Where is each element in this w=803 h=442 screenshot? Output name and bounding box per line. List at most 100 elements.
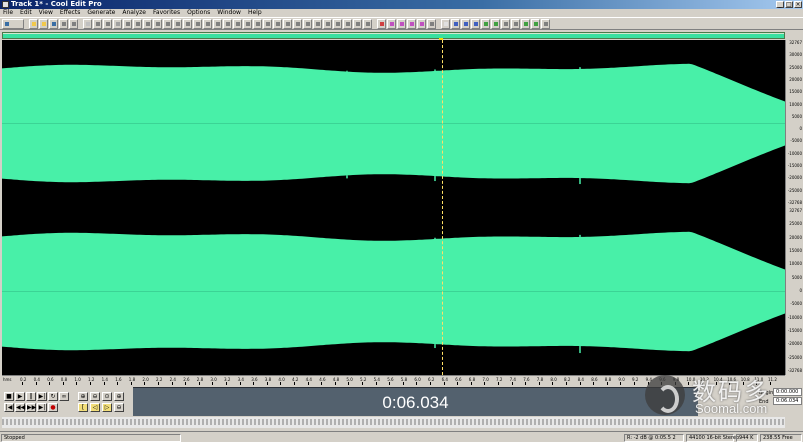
- toolbar-button[interactable]: [303, 19, 312, 29]
- toolbar-button[interactable]: [521, 19, 530, 29]
- scrollbar-thumb[interactable]: [2, 419, 785, 425]
- toolbar-button[interactable]: [323, 19, 332, 29]
- toolbar-button[interactable]: [481, 19, 490, 29]
- toolbar-button[interactable]: [69, 19, 78, 29]
- toolbar-button[interactable]: [143, 19, 152, 29]
- loop-button[interactable]: ↻: [48, 392, 58, 401]
- toolbar-button[interactable]: [29, 19, 38, 29]
- toolbar-button[interactable]: [397, 19, 406, 29]
- toolbar-button[interactable]: [451, 19, 460, 29]
- ruler-tick: [620, 382, 622, 385]
- menu-effects[interactable]: Effects: [60, 9, 80, 17]
- go-to-start-button[interactable]: |◀: [4, 403, 14, 412]
- overview-bar[interactable]: [2, 32, 785, 39]
- toolbar-button[interactable]: [313, 19, 322, 29]
- toolbar-button[interactable]: [133, 19, 142, 29]
- zoom-out-vertical-icon[interactable]: ⊖: [114, 403, 124, 412]
- toolbar-button[interactable]: [531, 19, 540, 29]
- go-to-end-button[interactable]: ▶|: [37, 403, 47, 412]
- record-button[interactable]: ●: [48, 403, 58, 412]
- zoom-out-horizontal-icon[interactable]: ⊖: [90, 392, 100, 401]
- toolbar-button[interactable]: [511, 19, 520, 29]
- menu-options[interactable]: Options: [187, 9, 210, 17]
- ruler-tick: [266, 382, 268, 385]
- zoom-full-icon[interactable]: ⊙: [102, 392, 112, 401]
- toolbar-button[interactable]: [377, 19, 386, 29]
- menu-analyze[interactable]: Analyze: [122, 9, 146, 17]
- toolbar-button[interactable]: [223, 19, 232, 29]
- toolbar-button[interactable]: [491, 19, 500, 29]
- toolbar-button[interactable]: [283, 19, 292, 29]
- toolbar-button[interactable]: [501, 19, 510, 29]
- zoom-in-vertical-icon[interactable]: ⊕: [114, 392, 124, 401]
- play-button[interactable]: ▶: [15, 392, 25, 401]
- toolbar-button[interactable]: [243, 19, 252, 29]
- ruler-tick: [62, 382, 64, 385]
- menu-view[interactable]: View: [39, 9, 53, 17]
- menu-window[interactable]: Window: [217, 9, 241, 17]
- toolbar-button[interactable]: [39, 19, 48, 29]
- zoom-to-selection-icon[interactable]: [: [78, 403, 88, 412]
- playback-cursor[interactable]: [442, 40, 443, 375]
- pause-button[interactable]: ‖: [26, 392, 36, 401]
- toolbar-button[interactable]: [353, 19, 362, 29]
- toolbar-button[interactable]: [83, 19, 92, 29]
- toolbar-button[interactable]: [387, 19, 396, 29]
- toolbar-button[interactable]: [2, 19, 24, 29]
- minimize-button[interactable]: _: [776, 1, 784, 8]
- toolbar-button[interactable]: [343, 19, 352, 29]
- scale-label: -32768: [787, 368, 802, 373]
- toolbar-button[interactable]: [427, 19, 436, 29]
- close-button[interactable]: ×: [794, 1, 802, 8]
- toolbar-button[interactable]: [363, 19, 372, 29]
- zoom-right-edge-icon[interactable]: ▷: [102, 403, 112, 412]
- toolbar-button[interactable]: [461, 19, 470, 29]
- toolbar-button[interactable]: [471, 19, 480, 29]
- zoom-in-horizontal-icon[interactable]: ⊕: [78, 392, 88, 401]
- toolbar-button-icon: [380, 22, 384, 26]
- toolbar-button[interactable]: [441, 19, 450, 29]
- toolbar-button[interactable]: [153, 19, 162, 29]
- menu-generate[interactable]: Generate: [87, 9, 115, 17]
- menu-edit[interactable]: Edit: [20, 9, 32, 17]
- toolbar-button[interactable]: [417, 19, 426, 29]
- toolbar-button-icon: [256, 22, 260, 26]
- toolbar-button[interactable]: [333, 19, 342, 29]
- toolbar-button[interactable]: [123, 19, 132, 29]
- rewind-button[interactable]: ◀◀: [15, 403, 25, 412]
- play-to-end-button[interactable]: ▶|: [37, 392, 47, 401]
- channel-right[interactable]: [2, 208, 785, 375]
- toolbar-button[interactable]: [263, 19, 272, 29]
- toolbar-button[interactable]: [193, 19, 202, 29]
- toolbar-button[interactable]: [407, 19, 416, 29]
- toolbar-button[interactable]: [213, 19, 222, 29]
- fast-forward-button[interactable]: ▶▶: [26, 403, 36, 412]
- ruler-tick: [566, 382, 567, 385]
- zoom-left-edge-icon[interactable]: ◁: [90, 403, 100, 412]
- toolbar-button[interactable]: [113, 19, 122, 29]
- toolbar-button[interactable]: [293, 19, 302, 29]
- overview-fill: [3, 34, 784, 38]
- toolbar-button[interactable]: [203, 19, 212, 29]
- toolbar-button[interactable]: [541, 19, 550, 29]
- toolbar-button[interactable]: [49, 19, 58, 29]
- menu-file[interactable]: File: [3, 9, 13, 17]
- toolbar-button[interactable]: [273, 19, 282, 29]
- toolbar-button[interactable]: [93, 19, 102, 29]
- toolbar-button[interactable]: [59, 19, 68, 29]
- toolbar-button-icon: [5, 22, 9, 26]
- menu-favorites[interactable]: Favorites: [153, 9, 180, 17]
- menu-help[interactable]: Help: [248, 9, 262, 17]
- toolbar-button[interactable]: [173, 19, 182, 29]
- waveform-display[interactable]: [2, 40, 785, 375]
- toolbar-button[interactable]: [183, 19, 192, 29]
- toolbar-button[interactable]: [233, 19, 242, 29]
- horizontal-scrollbar[interactable]: [2, 417, 785, 428]
- toolbar-button[interactable]: [163, 19, 172, 29]
- toolbar-button[interactable]: [103, 19, 112, 29]
- stop-button[interactable]: ■: [4, 392, 14, 401]
- toolbar-button[interactable]: [253, 19, 262, 29]
- maximize-button[interactable]: □: [785, 1, 793, 8]
- channel-left[interactable]: [2, 40, 785, 207]
- record-mode-button[interactable]: ∞: [59, 392, 69, 401]
